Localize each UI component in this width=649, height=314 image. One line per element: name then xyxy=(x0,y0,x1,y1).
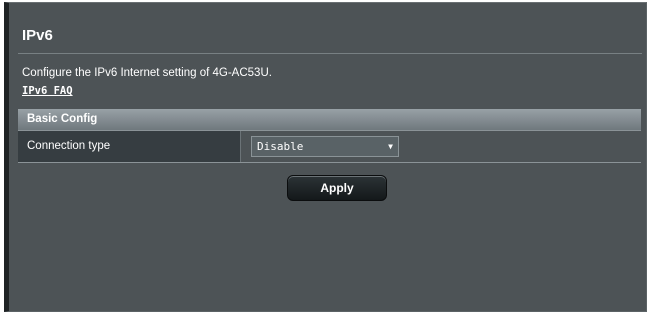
ipv6-settings-panel: IPv6 Configure the IPv6 Internet setting… xyxy=(4,2,647,312)
ipv6-faq-link[interactable]: IPv6 FAQ xyxy=(22,85,73,97)
page-title: IPv6 xyxy=(22,27,53,44)
dropdown-arrow-icon: ▼ xyxy=(388,142,393,151)
connection-type-cell: Disable ▼ xyxy=(240,131,641,162)
basic-config-header: Basic Config xyxy=(18,109,641,130)
title-divider xyxy=(18,53,642,54)
apply-button[interactable]: Apply xyxy=(287,175,387,201)
connection-type-selected-value: Disable xyxy=(257,140,304,153)
connection-type-label: Connection type xyxy=(18,131,240,162)
basic-config-table: Basic Config Connection type Disable ▼ xyxy=(18,109,641,166)
connection-type-select[interactable]: Disable ▼ xyxy=(251,136,399,157)
connection-type-row: Connection type Disable ▼ xyxy=(18,130,641,163)
page-description: Configure the IPv6 Internet setting of 4… xyxy=(22,67,272,79)
